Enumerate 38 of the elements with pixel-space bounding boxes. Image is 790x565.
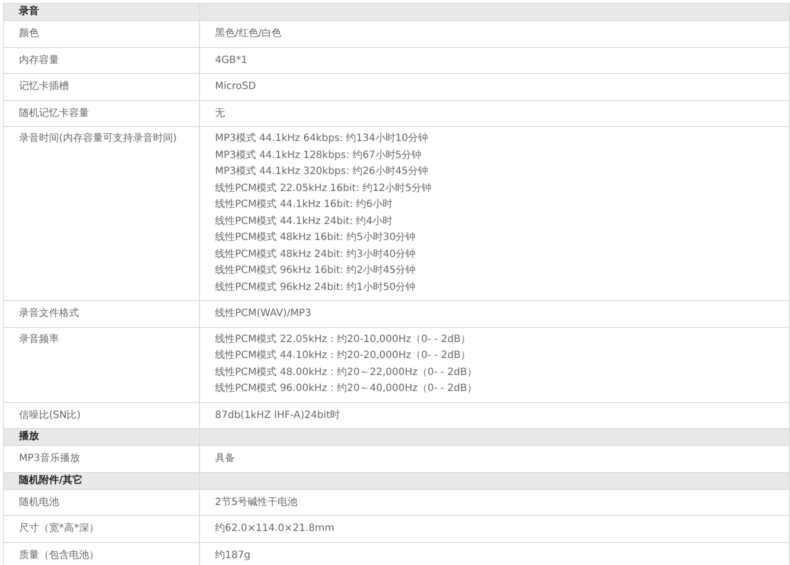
spec-value: 线性PCM模式 96kHz 24bit: 约1小时50分钟 (215, 280, 417, 294)
spec-value: 87db(1kHZ IHF-A)24bit时 (215, 408, 342, 422)
spec-label: 记忆卡插槽 (4, 74, 200, 100)
section-header: 随机附件/其它 (4, 472, 200, 489)
spec-value: 约62.0×114.0×21.8mm (215, 522, 336, 536)
spec-value: 黑色/红色/白色 (215, 27, 283, 41)
section-header: 录音 (4, 4, 200, 20)
spec-label: 随机记忆卡容量 (4, 100, 200, 126)
spec-label: 尺寸（宽*高*深） (4, 516, 200, 542)
spec-value: 线性PCM(WAV)/MP3 (215, 306, 312, 321)
spec-value: 线性PCM模式 44.10kHz：约20-20,000Hz（0- - 2dB） (215, 348, 472, 363)
spec-value: 线性PCM模式 22.05kHz 16bit: 约12小时5分钟 (215, 182, 433, 196)
spec-label: 录音文件格式 (4, 300, 200, 327)
spec-value: 线性PCM模式 48kHz 24bit: 约3小时40分钟 (215, 248, 417, 262)
spec-label: 录音频率 (4, 327, 200, 402)
spec-value: 4GB*1 (215, 54, 248, 68)
spec-value: MicroSD (215, 80, 257, 94)
spec-value: 无 (215, 106, 226, 120)
spec-label: 随机电池 (4, 489, 200, 516)
spec-label: 颜色 (4, 20, 200, 47)
spec-label: 录音时间(内存容量可支持录音时间) (4, 126, 200, 300)
section-header: 播放 (4, 428, 200, 446)
spec-value: MP3模式 44.1kHz 64kbps: 约134小时10分钟 (215, 132, 429, 146)
spec-label: 内存容量 (4, 47, 200, 74)
spec-value: 线性PCM模式 44.1kHz 16bit: 约6小时 (215, 198, 394, 212)
spec-value: 约187g (215, 548, 252, 562)
spec-value: 线性PCM模式 44.1kHz 24bit: 约4小时 (215, 214, 394, 228)
spec-value: 2节5号碱性干电池 (215, 496, 299, 510)
spec-label: 质量（包含电池） (4, 542, 200, 565)
spec-value: 线性PCM模式 96kHz 16bit: 约2小时45分钟 (215, 264, 417, 278)
spec-label: MP3音乐播放 (4, 446, 200, 472)
spec-value: 线性PCM模式 22.05kHz：约20-10,000Hz（0- - 2dB） (215, 332, 472, 346)
spec-value: 线性PCM模式 48.00kHz：约20～22,000Hz（0- - 2dB） (215, 366, 478, 380)
spec-value: MP3模式 44.1kHz 320kbps: 约26小时45分钟 (215, 164, 429, 179)
spec-value: 具备 (215, 452, 236, 466)
spec-value: 线性PCM模式 48kHz 16bit: 约5小时30分钟 (215, 230, 417, 245)
spec-value: MP3模式 44.1kHz 128kbps: 约67小时5分钟 (215, 148, 423, 162)
spec-value: 线性PCM模式 96.00kHz：约20～40,000Hz（0- - 2dB） (215, 382, 478, 396)
